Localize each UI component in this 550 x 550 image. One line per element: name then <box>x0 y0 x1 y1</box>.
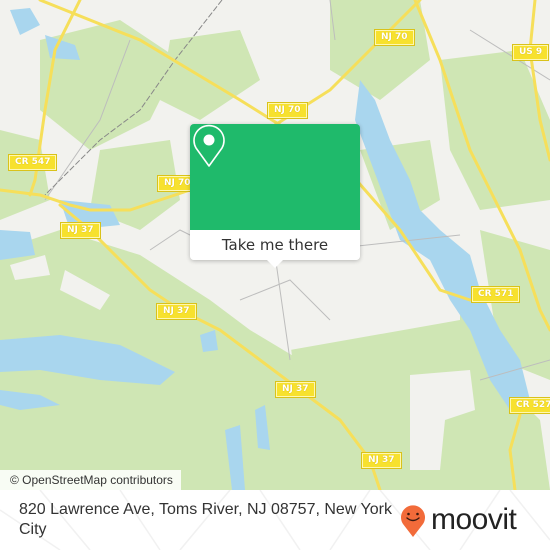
address-text: 820 Lawrence Ave, Toms River, NJ 08757, … <box>19 501 392 538</box>
road-shield-nj37: NJ 37 <box>275 381 316 398</box>
popup-pointer <box>267 260 283 268</box>
road-shield-nj70: NJ 70 <box>374 29 415 46</box>
road-shield-nj70: NJ 70 <box>267 102 308 119</box>
footer: 820 Lawrence Ave, Toms River, NJ 08757, … <box>0 490 550 550</box>
road-shield-nj37: NJ 37 <box>60 222 101 239</box>
road-shield-cr571: CR 571 <box>470 286 521 303</box>
location-popup[interactable]: Take me there <box>190 124 360 268</box>
map-view[interactable]: NJ 70 US 9 NJ 70 CR 547 NJ 70 NJ 37 NJ 3… <box>0 0 550 490</box>
road-shield-nj37: NJ 37 <box>156 303 197 320</box>
road-shield-us9: US 9 <box>511 44 550 61</box>
popup-header[interactable] <box>190 124 360 230</box>
map-pin-icon <box>193 124 225 167</box>
map-attribution[interactable]: © OpenStreetMap contributors <box>0 470 181 490</box>
road-shield-cr547: CR 547 <box>7 154 58 171</box>
moovit-pin-smile-icon <box>401 505 425 537</box>
road-shield-cr527: CR 527 <box>508 397 550 414</box>
take-me-there-button[interactable]: Take me there <box>190 230 360 260</box>
road-shield-nj37: NJ 37 <box>361 452 402 469</box>
moovit-logo[interactable]: moovit <box>398 502 517 538</box>
moovit-wordmark: moovit <box>431 503 517 536</box>
